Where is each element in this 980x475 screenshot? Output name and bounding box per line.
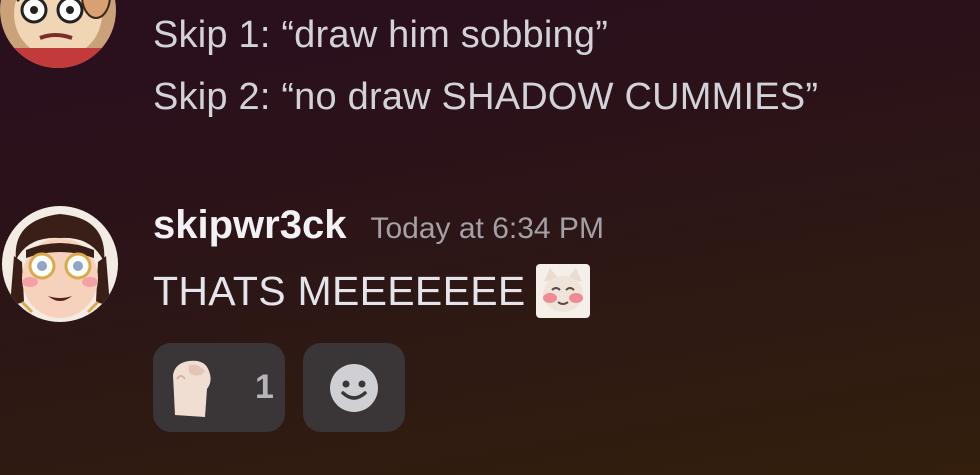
reaction-cat-paw[interactable]: 1 xyxy=(153,343,285,432)
timestamp[interactable]: Today at 6:34 PM xyxy=(370,212,603,246)
avatar-image xyxy=(0,0,116,68)
avatar-previous-user[interactable] xyxy=(0,0,116,68)
previous-message-line-1: Skip 1: “draw him sobbing” xyxy=(153,14,609,56)
username[interactable]: skipwr3ck xyxy=(153,203,346,248)
avatar-image xyxy=(2,206,118,322)
avatar-skipwr3ck[interactable] xyxy=(2,206,118,322)
cat-paw-emoji-icon xyxy=(169,355,217,421)
add-reaction-button[interactable] xyxy=(303,343,405,432)
previous-message-line-2: Skip 2: “no draw SHADOW CUMMIES” xyxy=(153,76,819,118)
message-header: skipwr3ck Today at 6:34 PM xyxy=(153,203,604,248)
blushing-cat-emoji-icon[interactable] xyxy=(535,264,590,318)
message-content: THATS MEEEEEEE xyxy=(153,264,590,318)
smile-icon xyxy=(329,363,379,413)
reaction-count: 1 xyxy=(255,368,274,406)
message-text: THATS MEEEEEEE xyxy=(153,267,526,314)
